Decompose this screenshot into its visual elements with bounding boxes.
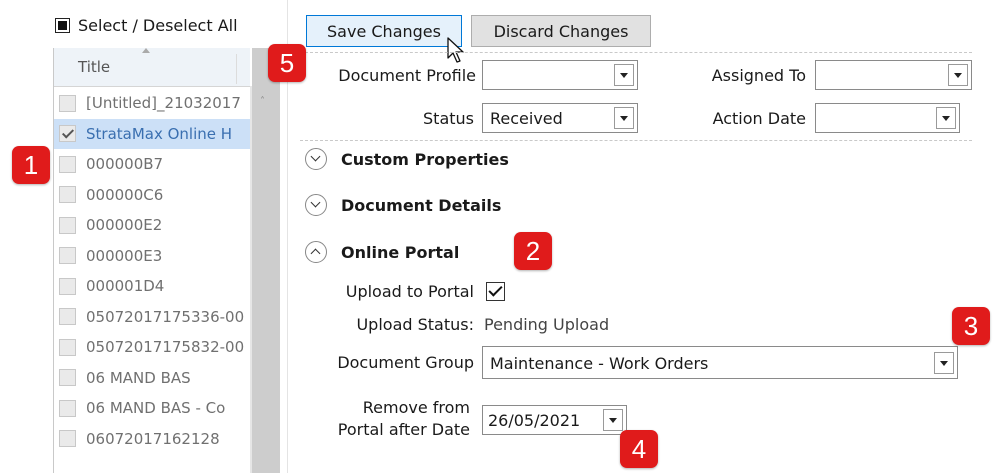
status-label: Status	[423, 109, 474, 128]
assigned-to-select[interactable]	[815, 60, 972, 90]
list-item-checkbox[interactable]	[59, 186, 76, 203]
separator-mid	[300, 140, 972, 141]
collapse-chevron-icon[interactable]	[305, 241, 327, 263]
remove-date-dropdown-icon[interactable]	[603, 409, 623, 431]
expand-chevron-icon[interactable]	[305, 194, 327, 216]
select-all-label: Select / Deselect All	[78, 15, 238, 35]
callout-badge-1: 1	[12, 146, 50, 184]
document-profile-select[interactable]	[482, 60, 638, 90]
remove-date-picker[interactable]: 26/05/2021	[482, 405, 627, 435]
list-item-label: 000000E2	[86, 216, 163, 234]
document-profile-dropdown-icon[interactable]	[614, 64, 634, 86]
status-value: Received	[490, 109, 563, 128]
column-title: Title	[78, 58, 111, 76]
mouse-cursor-icon	[447, 37, 464, 63]
document-group-value: Maintenance - Work Orders	[490, 354, 709, 373]
document-group-dropdown-icon[interactable]	[934, 352, 954, 374]
list-scrollbar[interactable]: ˄	[252, 48, 280, 473]
assigned-to-dropdown-icon[interactable]	[948, 64, 968, 86]
document-details-title: Document Details	[341, 195, 502, 215]
list-item[interactable]: 000001D4	[54, 271, 250, 301]
upload-to-portal-label: Upload to Portal	[345, 282, 474, 301]
list-item[interactable]: 05072017175336-00	[54, 302, 250, 332]
remove-label-line2: Portal after Date	[337, 420, 470, 439]
section-online-portal[interactable]: Online Portal	[305, 237, 459, 267]
remove-from-portal-label: Remove from Portal after Date	[300, 397, 470, 441]
upload-status-value: Pending Upload	[484, 315, 610, 334]
action-date-dropdown-icon[interactable]	[936, 107, 956, 129]
list-item-label: 000000B7	[86, 155, 164, 173]
list-item-label: 06 MAND BAS	[86, 368, 191, 387]
list-item-checkbox[interactable]	[59, 338, 76, 356]
document-list: Title ˄ [Untitled]_21032017 StrataMax Onl…	[53, 48, 280, 473]
scroll-up-icon[interactable]: ˄	[260, 96, 265, 107]
callout-badge-3: 3	[952, 307, 990, 345]
list-item[interactable]: 000000C6	[54, 180, 250, 210]
document-profile-label: Document Profile	[338, 66, 476, 85]
status-select[interactable]: Received	[482, 103, 638, 133]
sort-ascending-icon	[142, 48, 150, 53]
callout-badge-4: 4	[620, 430, 658, 468]
title-column-header[interactable]: Title	[54, 48, 250, 87]
action-date-label: Action Date	[712, 109, 806, 128]
list-item-checkbox[interactable]	[59, 94, 76, 112]
list-item[interactable]: 05072017175832-00	[54, 332, 250, 362]
list-item-checkbox[interactable]	[59, 125, 76, 142]
list-item-checkbox[interactable]	[59, 308, 76, 325]
column-divider	[236, 54, 237, 84]
list-item[interactable]: 000000B7	[54, 149, 250, 179]
list-item-label: 000001D4	[86, 277, 165, 295]
list-item-label: 06072017162128	[86, 429, 220, 448]
select-all-checkbox[interactable]	[55, 17, 70, 33]
list-item-label: 000000C6	[86, 185, 164, 204]
upload-status-label: Upload Status:	[356, 315, 474, 334]
list-item-label: 000000E3	[86, 246, 163, 265]
section-document-details[interactable]: Document Details	[305, 190, 501, 220]
list-item[interactable]: 06 MAND BAS	[54, 363, 250, 393]
remove-label-line1: Remove from	[362, 398, 470, 417]
list-item[interactable]: [Untitled]_21032017	[54, 88, 250, 118]
list-item-checkbox[interactable]	[59, 277, 76, 295]
list-item-checkbox[interactable]	[59, 155, 76, 173]
list-item[interactable]: 06 MAND BAS - Co	[54, 393, 250, 423]
list-item-label: [Untitled]_21032017	[86, 94, 241, 112]
list-item[interactable]: StrataMax Online H	[54, 118, 250, 149]
select-all-toggle[interactable]: Select / Deselect All	[55, 12, 238, 38]
list-item[interactable]: 000000E3	[54, 241, 250, 271]
list-item-checkbox[interactable]	[59, 369, 76, 386]
status-dropdown-icon[interactable]	[614, 107, 634, 129]
custom-properties-title: Custom Properties	[341, 149, 509, 169]
callout-badge-5: 5	[268, 44, 306, 82]
list-item[interactable]: 06072017162128	[54, 424, 250, 454]
remove-date-value: 26/05/2021	[488, 411, 581, 430]
list-item[interactable]: 000000E2	[54, 210, 250, 240]
online-portal-title: Online Portal	[341, 242, 460, 262]
list-item-checkbox[interactable]	[59, 430, 76, 447]
document-group-select[interactable]: Maintenance - Work Orders	[482, 346, 958, 379]
discard-button[interactable]: Discard Changes	[471, 15, 651, 47]
callout-badge-2: 2	[514, 232, 552, 270]
assigned-to-label: Assigned To	[711, 66, 806, 85]
list-item-checkbox[interactable]	[59, 399, 76, 417]
list-item-checkbox[interactable]	[59, 216, 76, 234]
list-item-label: 05072017175832-00	[86, 338, 245, 356]
list-item-label: 05072017175336-00	[86, 307, 245, 326]
list-item-checkbox[interactable]	[59, 247, 76, 264]
save-button[interactable]: Save Changes	[306, 15, 462, 47]
upload-to-portal-checkbox[interactable]	[486, 282, 505, 301]
document-group-label: Document Group	[337, 353, 474, 372]
list-item-label: 06 MAND BAS - Co	[86, 399, 226, 417]
separator-top	[300, 52, 972, 53]
section-custom-properties[interactable]: Custom Properties	[305, 144, 509, 174]
action-date-picker[interactable]	[815, 103, 960, 133]
list-item-label: StrataMax Online H	[86, 124, 233, 143]
expand-chevron-icon[interactable]	[305, 148, 327, 170]
